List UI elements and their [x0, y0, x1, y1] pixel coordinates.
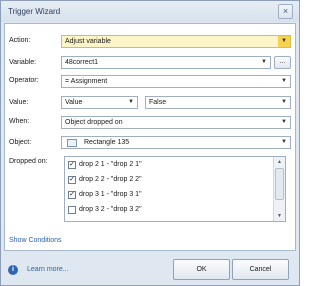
- list-item[interactable]: ✓ drop 3 1 - "drop 3 1": [65, 189, 273, 203]
- checkbox-checked-icon[interactable]: ✓: [68, 191, 76, 199]
- variable-browse-button[interactable]: ...: [274, 56, 291, 69]
- list-item-label: drop 3 2 - "drop 3 2": [79, 206, 142, 213]
- when-label: When:: [9, 118, 30, 125]
- action-label: Action:: [9, 37, 31, 44]
- value-label: Value:: [9, 99, 29, 106]
- object-label: Object:: [9, 139, 32, 146]
- chevron-down-icon: ▼: [281, 99, 287, 105]
- variable-dropdown[interactable]: 48correct1 ▼: [61, 56, 271, 69]
- chevron-down-icon: ▼: [128, 99, 134, 105]
- info-icon: i: [8, 265, 18, 275]
- dialog-content: Action: Adjust variable ▼ Variable: 48co…: [4, 23, 296, 251]
- more-icon: ...: [279, 58, 286, 65]
- operator-value: = Assignment: [65, 78, 108, 85]
- variable-label: Variable:: [9, 59, 37, 66]
- rectangle-icon: [67, 139, 77, 147]
- show-conditions-link[interactable]: Show Conditions: [9, 237, 62, 244]
- value-value: False: [149, 99, 167, 106]
- list-item[interactable]: ✓ drop 2 1 - "drop 2 1": [65, 159, 273, 173]
- list-item[interactable]: drop 3 2 - "drop 3 2": [65, 204, 273, 218]
- checkbox-checked-icon[interactable]: ✓: [68, 161, 76, 169]
- list-item-label: drop 3 1 - "drop 3 1": [79, 191, 142, 198]
- close-button[interactable]: ×: [278, 4, 293, 19]
- dropped-on-label: Dropped on:: [9, 158, 48, 165]
- action-value: Adjust variable: [65, 38, 111, 45]
- scroll-down-icon[interactable]: ▼: [274, 211, 285, 221]
- chevron-down-icon: ▼: [281, 139, 287, 145]
- checkbox-unchecked-icon[interactable]: [68, 206, 76, 214]
- object-dropdown[interactable]: Rectangle 135 ▼: [61, 136, 291, 149]
- operator-dropdown[interactable]: = Assignment ▼: [61, 75, 291, 88]
- chevron-down-icon: ▼: [281, 78, 287, 84]
- list-scrollbar[interactable]: ▲ ▼: [273, 157, 285, 221]
- when-dropdown[interactable]: Object dropped on ▼: [61, 116, 291, 129]
- list-item-label: drop 2 1 - "drop 2 1": [79, 161, 142, 168]
- value-type: Value: [65, 99, 83, 106]
- scroll-up-icon[interactable]: ▲: [274, 157, 285, 167]
- object-value: Rectangle 135: [84, 139, 130, 146]
- scrollbar-thumb[interactable]: [275, 168, 284, 200]
- value-type-dropdown[interactable]: Value ▼: [61, 96, 138, 109]
- ok-button[interactable]: OK: [173, 259, 230, 280]
- value-dropdown[interactable]: False ▼: [145, 96, 291, 109]
- variable-value: 48correct1: [65, 59, 99, 66]
- title-bar: Trigger Wizard ×: [1, 1, 299, 22]
- list-item[interactable]: ✓ drop 2 2 - "drop 2 2": [65, 174, 273, 188]
- chevron-down-icon: ▼: [261, 59, 267, 65]
- learn-more-link[interactable]: Learn more...: [27, 266, 69, 273]
- dialog-title: Trigger Wizard: [8, 7, 61, 16]
- checkbox-checked-icon[interactable]: ✓: [68, 176, 76, 184]
- close-icon: ×: [282, 6, 289, 16]
- chevron-down-icon: ▼: [278, 36, 290, 47]
- cancel-button[interactable]: Cancel: [232, 259, 289, 280]
- operator-label: Operator:: [9, 77, 39, 84]
- dropped-on-list[interactable]: ✓ drop 2 1 - "drop 2 1" ✓ drop 2 2 - "dr…: [64, 156, 286, 222]
- trigger-wizard-dialog: Trigger Wizard × Action: Adjust variable…: [0, 0, 300, 286]
- when-value: Object dropped on: [65, 119, 123, 126]
- chevron-down-icon: ▼: [281, 119, 287, 125]
- action-dropdown[interactable]: Adjust variable ▼: [61, 35, 291, 48]
- list-item-label: drop 2 2 - "drop 2 2": [79, 176, 142, 183]
